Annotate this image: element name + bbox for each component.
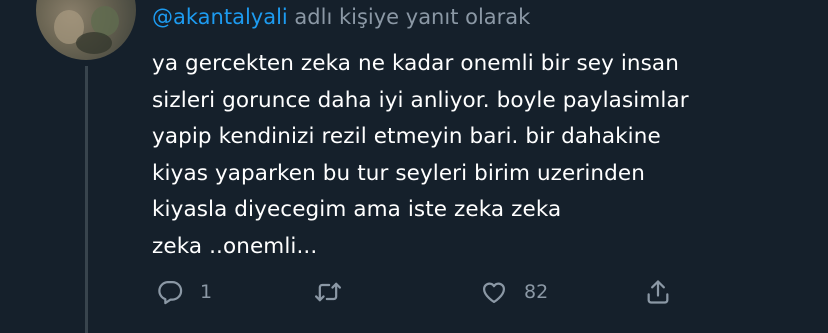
thread-connector-line <box>85 66 88 333</box>
tweet-text: ya gercekten zeka ne kadar onemli bir se… <box>152 51 689 259</box>
share-button[interactable] <box>644 275 688 309</box>
reply-button[interactable]: 1 <box>156 275 212 309</box>
reply-context: @akantalyali adlı kişiye yanıt olarak <box>152 3 530 31</box>
like-count: 82 <box>524 281 549 303</box>
reply-icon <box>158 280 183 305</box>
retweet-button[interactable] <box>314 275 358 309</box>
reply-context-text: adlı kişiye yanıt olarak <box>287 5 531 29</box>
reply-to-handle-link[interactable]: @akantalyali <box>152 5 288 29</box>
retweet-icon <box>314 282 342 302</box>
avatar-photo-detail <box>76 32 112 54</box>
reply-count: 1 <box>200 281 213 303</box>
share-icon <box>647 280 669 304</box>
avatar[interactable] <box>36 0 136 60</box>
like-button[interactable]: 82 <box>480 275 548 309</box>
heart-icon <box>482 282 506 304</box>
